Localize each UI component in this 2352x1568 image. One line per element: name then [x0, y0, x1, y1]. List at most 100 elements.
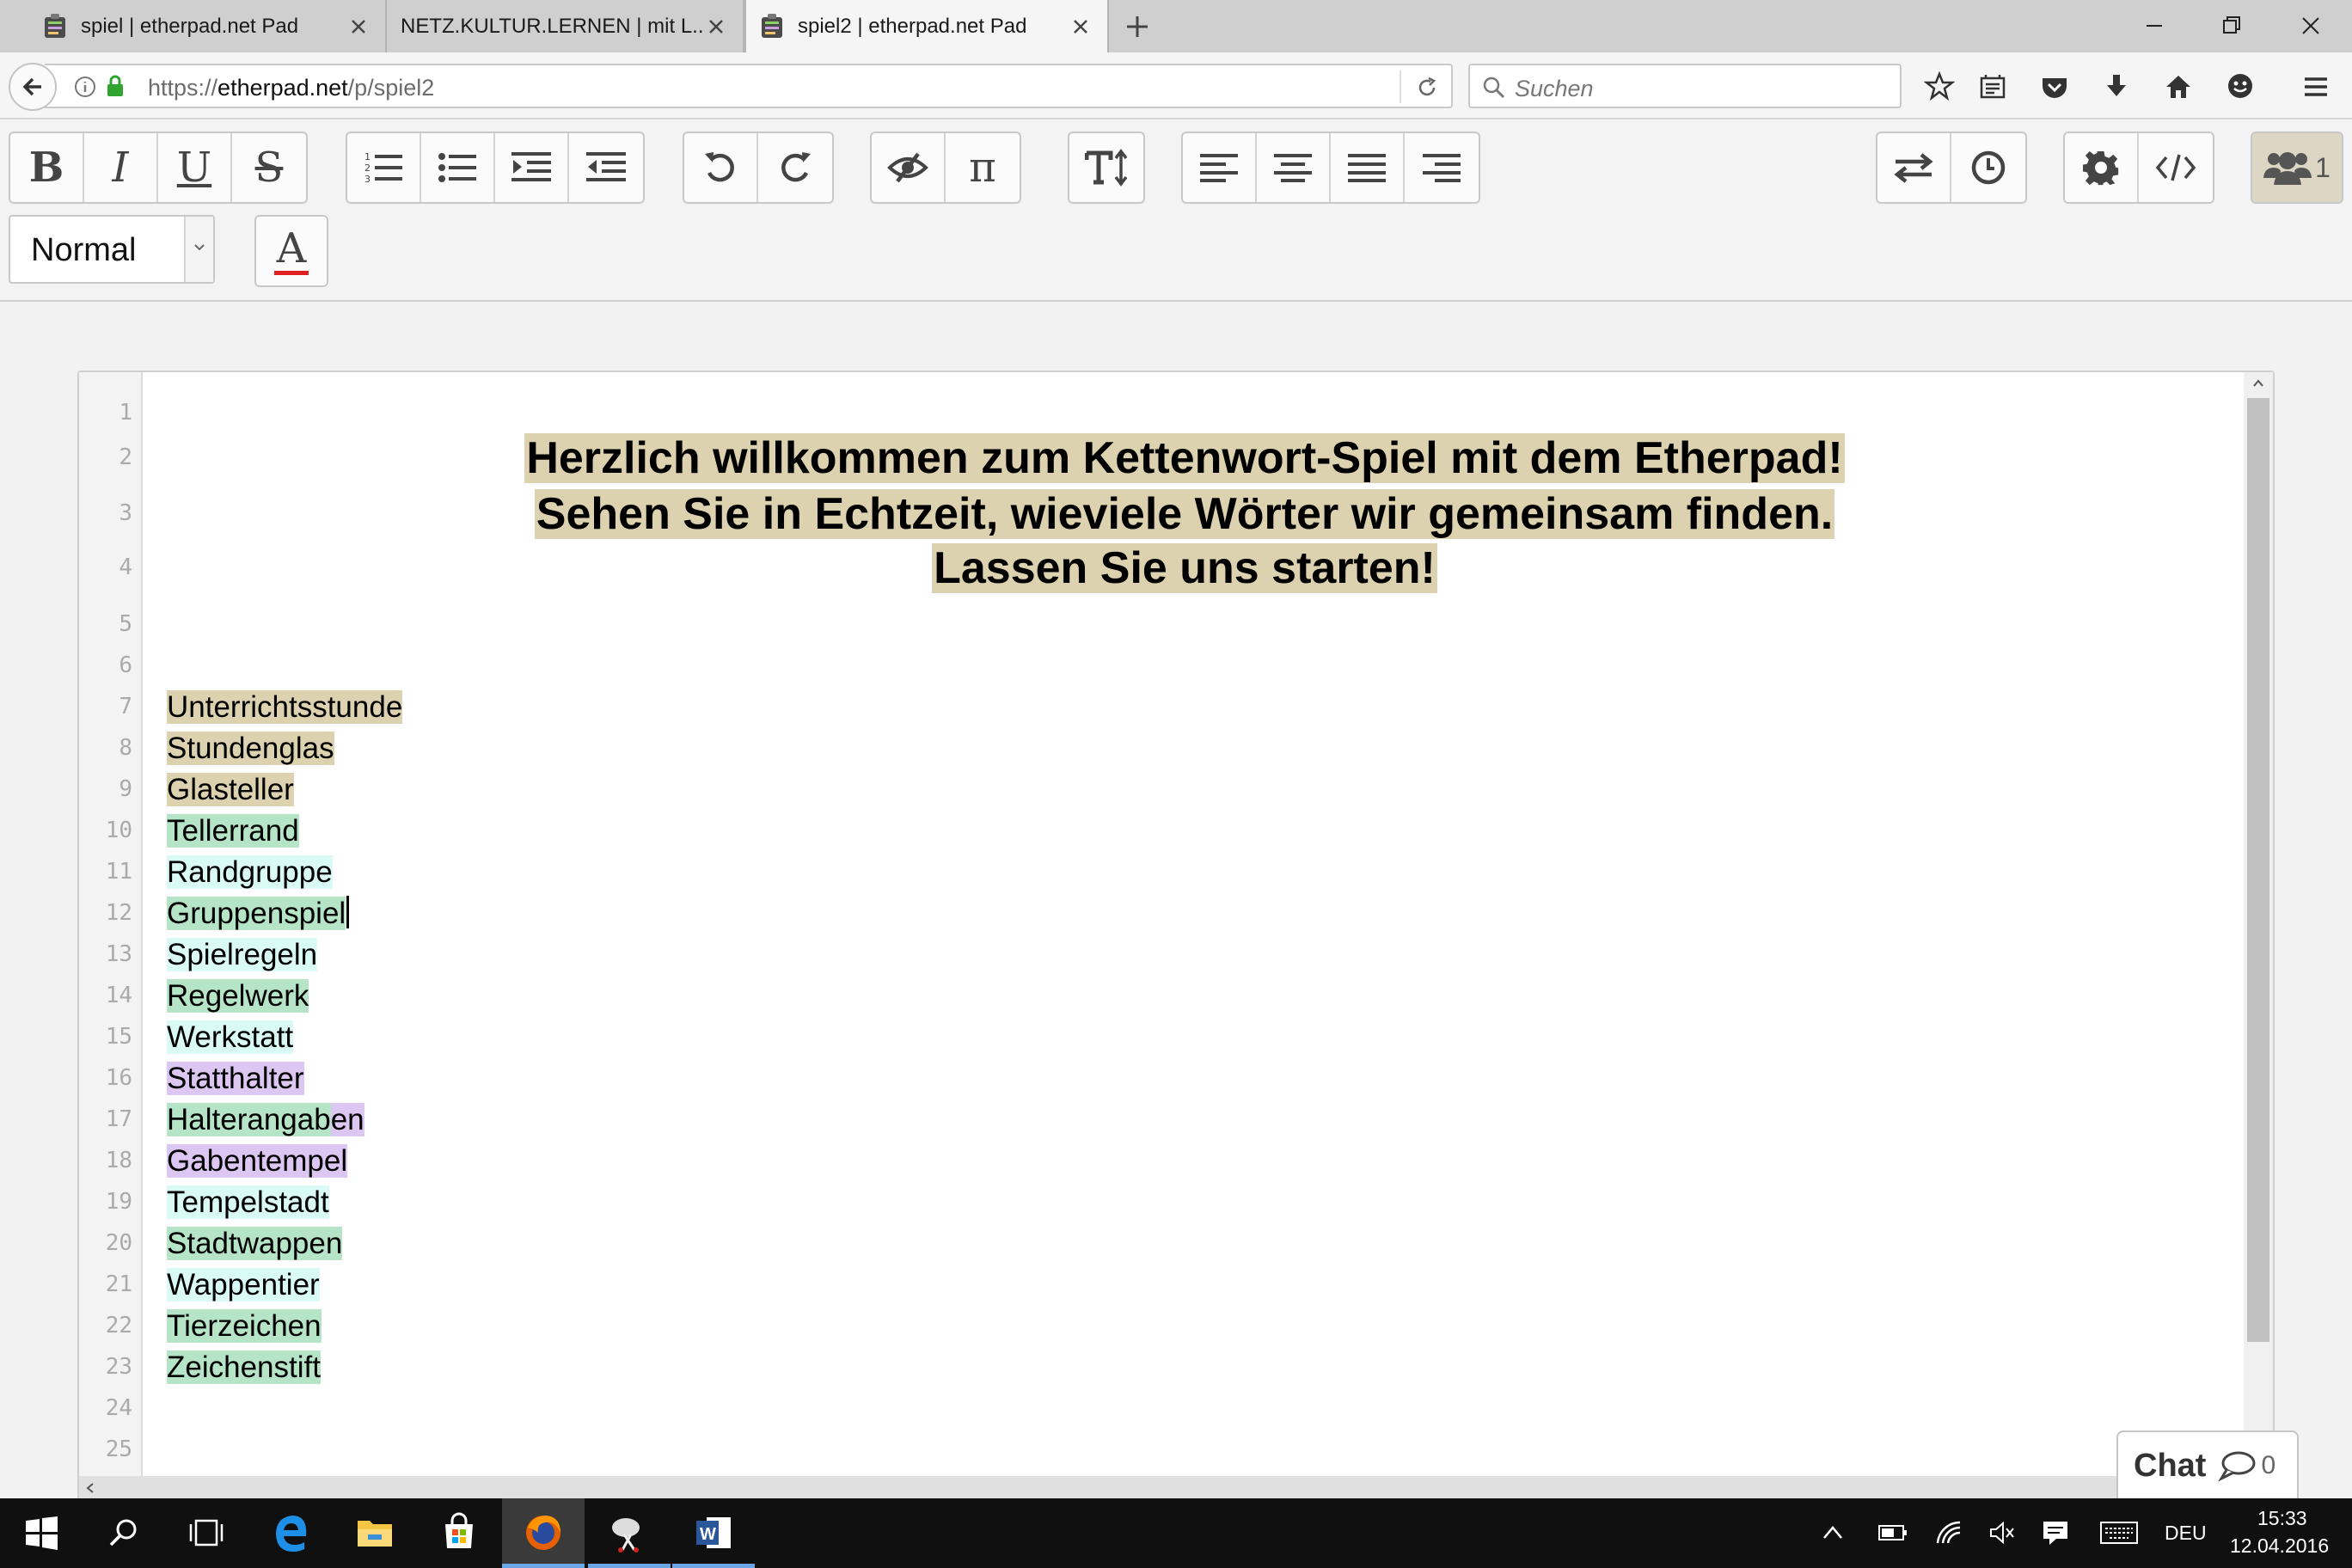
import-export-button[interactable]	[1877, 133, 1951, 202]
paragraph-style-select[interactable]: Normal	[9, 215, 215, 284]
settings-group	[2063, 132, 2214, 204]
new-tab-icon[interactable]	[1123, 12, 1152, 41]
snipping-tool-icon[interactable]	[605, 1510, 650, 1555]
align-right-button[interactable]	[1405, 133, 1479, 202]
clock-icon	[1971, 150, 2006, 185]
word-text: Stundenglas	[167, 732, 334, 765]
clock-date[interactable]: 12.04.2016	[2230, 1534, 2329, 1558]
align-center-button[interactable]	[1257, 133, 1331, 202]
reading-list-icon[interactable]	[1977, 71, 2008, 102]
search-icon	[1483, 77, 1505, 99]
font-size-button[interactable]	[1069, 133, 1143, 202]
strikethrough-button[interactable]: S	[232, 133, 306, 202]
word-line: Statthalter	[167, 1058, 304, 1099]
align-justify-button[interactable]	[1331, 133, 1405, 202]
outdent-button[interactable]	[569, 133, 643, 202]
bold-button[interactable]: B	[10, 133, 84, 202]
input-language[interactable]: DEU	[2165, 1522, 2207, 1545]
chat-bubble-icon	[2218, 1451, 2256, 1482]
bookmark-star-icon[interactable]	[1924, 71, 1955, 102]
clock-time[interactable]: 15:33	[2257, 1507, 2307, 1530]
indent-button[interactable]	[495, 133, 569, 202]
scroll-up-icon[interactable]	[2251, 377, 2265, 389]
clear-authorship-button[interactable]	[872, 133, 946, 202]
close-tab-icon[interactable]	[703, 14, 729, 40]
hamburger-menu-icon[interactable]	[2300, 71, 2331, 102]
vertical-scrollbar[interactable]	[2244, 372, 2273, 1498]
minimize-icon[interactable]	[2139, 10, 2170, 41]
users-button[interactable]: 1	[2251, 132, 2343, 204]
word-text: Randgruppe	[167, 855, 333, 889]
word-line: Stadtwappen	[167, 1223, 343, 1265]
undo-icon	[705, 152, 734, 182]
formula-button[interactable]: π	[946, 133, 1020, 202]
line-number: 23	[105, 1354, 132, 1380]
list-group: 1 2 3	[346, 132, 645, 204]
wifi-icon[interactable]	[1934, 1519, 1963, 1547]
info-icon[interactable]	[74, 76, 96, 98]
heading-text: Lassen Sie uns starten!	[932, 543, 1437, 593]
windows-start-icon[interactable]	[19, 1510, 64, 1555]
back-button[interactable]	[9, 63, 57, 111]
firefox-icon[interactable]	[521, 1510, 566, 1555]
line-number: 8	[119, 735, 132, 761]
volume-muted-icon[interactable]	[1988, 1519, 2017, 1547]
embed-button[interactable]	[2139, 133, 2213, 202]
etherpad-favicon-icon	[762, 13, 782, 38]
scrollbar-thumb[interactable]	[2247, 398, 2269, 1342]
settings-button[interactable]	[2065, 133, 2139, 202]
ordered-list-button[interactable]: 1 2 3	[347, 133, 421, 202]
download-icon[interactable]	[2101, 71, 2132, 102]
lock-icon	[107, 75, 123, 96]
notifications-icon[interactable]	[2041, 1519, 2070, 1547]
word-line: Gruppenspiel	[167, 893, 350, 934]
pocket-icon[interactable]	[2039, 71, 2070, 102]
battery-icon[interactable]	[1877, 1521, 1908, 1545]
tab-netz-kultur-lernen[interactable]: NETZ.KULTUR.LERNEN | mit L...	[387, 0, 744, 52]
scroll-left-icon[interactable]	[84, 1481, 96, 1495]
line-number: 18	[105, 1148, 132, 1173]
font-color-button[interactable]: A	[254, 215, 328, 287]
close-window-icon[interactable]	[2295, 10, 2326, 41]
redo-button[interactable]	[758, 133, 832, 202]
chat-label: Chat	[2134, 1447, 2207, 1484]
hello-chat-icon[interactable]	[2225, 71, 2256, 102]
tab-spiel2[interactable]: spiel2 | etherpad.net Pad	[744, 0, 1109, 52]
task-view-icon[interactable]	[184, 1510, 229, 1555]
store-icon[interactable]	[437, 1510, 481, 1555]
running-app-indicator	[672, 1564, 755, 1568]
style-dropdown-arrow[interactable]	[184, 217, 213, 282]
chevron-up-icon[interactable]	[1821, 1522, 1845, 1543]
line-number: 21	[105, 1271, 132, 1297]
pad-editor[interactable]: 1 2 3 4 5 6 7 8 9 10 11 12 13 14 15 16 17 18 19 20 21 22 23 24 2…	[77, 371, 2275, 1498]
heading-text: Herzlich willkommen zum Kettenwort-Spiel…	[524, 433, 1845, 483]
horizontal-scrollbar[interactable]	[79, 1476, 2245, 1498]
home-icon[interactable]	[2163, 71, 2194, 102]
etherpad-favicon-icon	[45, 13, 65, 38]
search-icon[interactable]	[101, 1510, 146, 1555]
word-text: Stadtwappen	[167, 1227, 343, 1260]
address-bar[interactable]: https://etherpad.net/p/spiel2	[45, 64, 1453, 108]
restore-icon[interactable]	[2216, 10, 2247, 41]
align-left-button[interactable]	[1183, 133, 1257, 202]
close-tab-icon[interactable]	[1068, 14, 1093, 40]
timeslider-button[interactable]	[1951, 133, 2025, 202]
chat-button[interactable]: Chat 0	[2116, 1430, 2299, 1499]
close-tab-icon[interactable]	[346, 14, 371, 40]
outdent-icon	[586, 152, 626, 181]
svg-text:2: 2	[364, 162, 371, 174]
keyboard-icon[interactable]	[2099, 1521, 2139, 1545]
url-text: https://etherpad.net/p/spiel2	[148, 75, 434, 101]
underline-button[interactable]: U	[158, 133, 232, 202]
word-line: Tempelstadt	[167, 1182, 329, 1223]
tab-spiel[interactable]: spiel | etherpad.net Pad	[29, 0, 387, 52]
reload-icon[interactable]	[1415, 76, 1439, 100]
undo-button[interactable]	[684, 133, 758, 202]
unordered-list-button[interactable]	[421, 133, 495, 202]
line-number: 6	[119, 652, 132, 678]
word-icon[interactable]: W	[691, 1510, 736, 1555]
search-bar[interactable]: Suchen	[1468, 64, 1902, 108]
italic-button[interactable]: I	[84, 133, 158, 202]
edge-browser-icon[interactable]	[268, 1510, 313, 1555]
file-explorer-icon[interactable]	[352, 1510, 397, 1555]
